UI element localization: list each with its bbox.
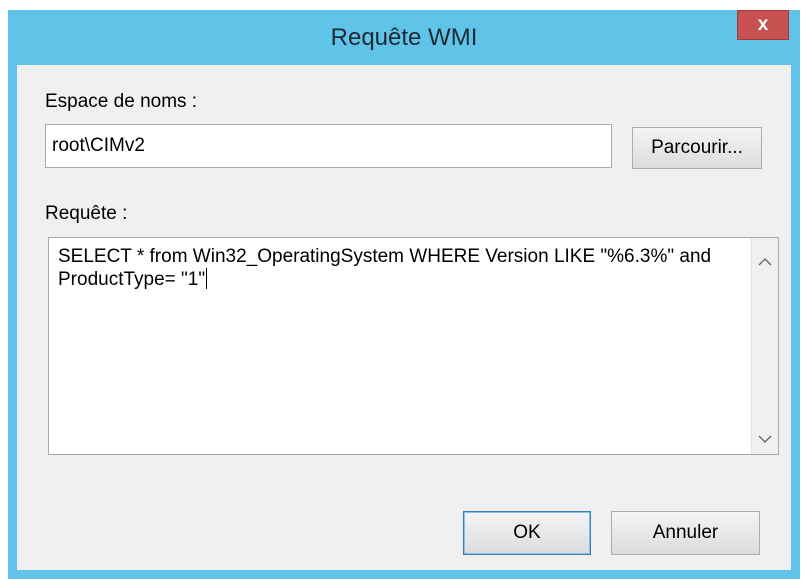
browse-button[interactable]: Parcourir... [632,127,762,169]
dialog-title: Requête WMI [330,24,478,51]
query-textarea[interactable]: SELECT * from Win32_OperatingSystem WHER… [48,237,779,455]
scroll-down-button[interactable] [752,426,778,452]
dialog-window: Requête WMI x Espace de noms : Parcourir… [8,10,800,579]
title-bar[interactable]: Requête WMI x [8,10,800,65]
chevron-up-icon [758,257,772,265]
namespace-label: Espace de noms : [45,91,198,112]
cancel-button[interactable]: Annuler [611,511,760,555]
text-caret [206,268,208,289]
dialog-body: Espace de noms : Parcourir... Requête : … [17,65,791,570]
namespace-input[interactable] [45,124,612,168]
query-text: SELECT * from Win32_OperatingSystem WHER… [58,246,717,290]
close-button[interactable]: x [737,10,789,40]
close-icon: x [757,14,769,35]
chevron-down-icon [758,435,772,443]
vertical-scrollbar[interactable] [751,238,778,454]
query-label: Requête : [45,203,128,224]
scroll-up-button[interactable] [752,248,778,274]
ok-button[interactable]: OK [463,511,591,555]
